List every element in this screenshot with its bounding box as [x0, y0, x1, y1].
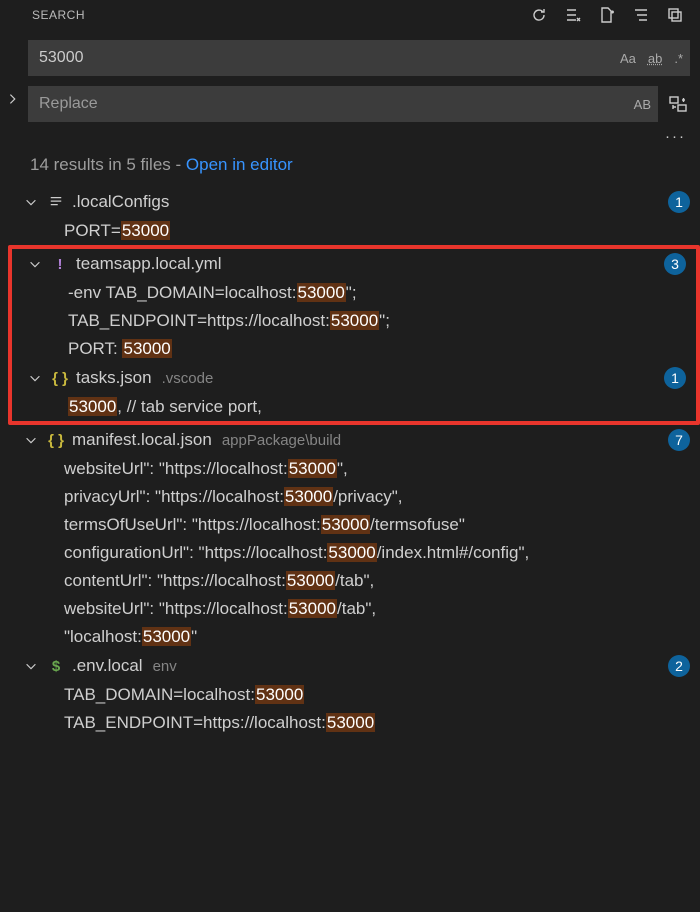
chevron-down-icon[interactable]	[28, 257, 44, 271]
search-inputs: Aa ab .* AB	[0, 40, 700, 122]
result-line[interactable]: TAB_ENDPOINT=https://localhost:53000	[8, 709, 700, 737]
replace-input[interactable]	[39, 95, 634, 113]
clear-results-icon[interactable]	[564, 6, 582, 24]
chevron-down-icon[interactable]	[28, 371, 44, 385]
match-highlight: 53000	[327, 543, 376, 562]
file-path: .vscode	[162, 370, 214, 387]
replace-all-icon[interactable]	[666, 95, 690, 113]
env-file-icon: $	[46, 658, 66, 675]
file-path: appPackage\build	[222, 432, 341, 449]
match-count-badge: 7	[668, 429, 690, 451]
file-name: manifest.local.json	[72, 430, 212, 450]
results-summary: 14 results in 5 files - Open in editor	[0, 145, 700, 187]
collapse-all-icon[interactable]	[632, 6, 650, 24]
search-input[interactable]	[39, 49, 620, 67]
result-line[interactable]: PORT: 53000	[12, 335, 696, 363]
result-line[interactable]: -env TAB_DOMAIN=localhost:53000";	[12, 279, 696, 307]
header-actions	[530, 6, 688, 24]
match-highlight: 53000	[288, 459, 337, 478]
panel-title: SEARCH	[32, 8, 85, 22]
result-line[interactable]: contentUrl": "https://localhost:53000/ta…	[8, 567, 700, 595]
refresh-icon[interactable]	[530, 6, 548, 24]
file-name: tasks.json	[76, 368, 152, 388]
search-input-wrap: Aa ab .*	[28, 40, 690, 76]
result-line[interactable]: 53000, // tab service port,	[12, 393, 696, 421]
match-highlight: 53000	[288, 599, 337, 618]
match-highlight: 53000	[284, 487, 333, 506]
match-count-badge: 1	[664, 367, 686, 389]
file-path: env	[153, 658, 177, 675]
match-highlight: 53000	[255, 685, 304, 704]
match-case-toggle[interactable]: Aa	[620, 51, 636, 66]
match-word-toggle[interactable]: ab	[648, 51, 662, 66]
file-row[interactable]: .localConfigs 1	[8, 187, 700, 217]
match-highlight: 53000	[122, 339, 171, 358]
json-file-icon: { }	[46, 432, 66, 449]
file-name: .localConfigs	[72, 192, 169, 212]
result-line[interactable]: TAB_ENDPOINT=https://localhost:53000";	[12, 307, 696, 335]
chevron-down-icon[interactable]	[24, 659, 40, 673]
chevron-down-icon[interactable]	[24, 433, 40, 447]
toggle-replace-icon[interactable]	[6, 92, 20, 110]
match-highlight: 53000	[286, 571, 335, 590]
file-row[interactable]: { } tasks.json .vscode 1	[12, 363, 696, 393]
preserve-case-toggle[interactable]: AB	[634, 97, 651, 112]
match-highlight: 53000	[297, 283, 346, 302]
chevron-down-icon[interactable]	[24, 195, 40, 209]
expand-all-icon[interactable]	[666, 6, 684, 24]
replace-input-wrap: AB	[28, 86, 658, 122]
match-highlight: 53000	[326, 713, 375, 732]
result-line[interactable]: "localhost:53000"	[8, 623, 700, 651]
match-highlight: 53000	[330, 311, 379, 330]
result-line[interactable]: termsOfUseUrl": "https://localhost:53000…	[8, 511, 700, 539]
file-row[interactable]: { } manifest.local.json appPackage\build 7	[8, 425, 700, 455]
open-in-editor-link[interactable]: Open in editor	[186, 155, 293, 174]
summary-text: 14 results in 5 files -	[30, 155, 186, 174]
file-row[interactable]: $ .env.local env 2	[8, 651, 700, 681]
result-line[interactable]: configurationUrl": "https://localhost:53…	[8, 539, 700, 567]
match-count-badge: 3	[664, 253, 686, 275]
match-highlight: 53000	[68, 397, 117, 416]
result-line[interactable]: TAB_DOMAIN=localhost:53000	[8, 681, 700, 709]
file-name: .env.local	[72, 656, 143, 676]
match-highlight: 53000	[142, 627, 191, 646]
more-options[interactable]: ···	[0, 122, 700, 145]
highlight-annotation: ! teamsapp.local.yml 3 -env TAB_DOMAIN=loca…	[8, 245, 700, 425]
json-file-icon: { }	[50, 370, 70, 387]
result-line[interactable]: privacyUrl": "https://localhost:53000/pr…	[8, 483, 700, 511]
file-row[interactable]: ! teamsapp.local.yml 3	[12, 249, 696, 279]
text-file-icon	[46, 195, 66, 209]
match-highlight: 53000	[321, 515, 370, 534]
file-name: teamsapp.local.yml	[76, 254, 222, 274]
new-file-icon[interactable]	[598, 6, 616, 24]
match-highlight: 53000	[121, 221, 170, 240]
result-line[interactable]: PORT=53000	[8, 217, 700, 245]
result-line[interactable]: websiteUrl": "https://localhost:53000/ta…	[8, 595, 700, 623]
yaml-file-icon: !	[50, 256, 70, 273]
regex-toggle[interactable]: .*	[674, 51, 683, 66]
results-tree: .localConfigs 1 PORT=53000! teamsapp.local.…	[0, 187, 700, 737]
match-count-badge: 2	[668, 655, 690, 677]
result-line[interactable]: websiteUrl": "https://localhost:53000",	[8, 455, 700, 483]
match-count-badge: 1	[668, 191, 690, 213]
search-header: SEARCH	[0, 0, 700, 30]
